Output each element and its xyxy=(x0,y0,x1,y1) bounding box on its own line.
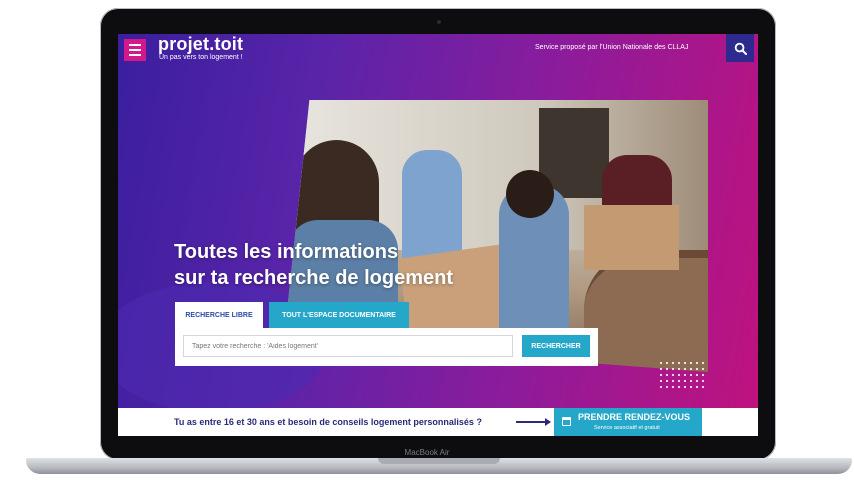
site-tagline: Un pas vers ton logement ! xyxy=(159,54,243,61)
tab-espace-documentaire[interactable]: TOUT L'ESPACE DOCUMENTAIRE xyxy=(269,302,409,328)
calendar-icon xyxy=(562,417,571,426)
headline-line-1: Toutes les informations xyxy=(174,241,399,263)
search-submit-button[interactable]: RECHERCHER xyxy=(522,335,590,357)
browser-screen: projet.toit Un pas vers ton logement ! S… xyxy=(118,34,758,436)
menu-button[interactable] xyxy=(124,39,146,61)
search-input[interactable] xyxy=(183,335,513,357)
cta-bar: Tu as entre 16 et 30 ans et besoin de co… xyxy=(118,408,758,436)
search-icon xyxy=(734,42,747,55)
appointment-button-label: PRENDRE RENDEZ-VOUS xyxy=(578,412,691,422)
laptop-notch xyxy=(378,458,500,464)
laptop-model-label: MacBook Air xyxy=(404,448,450,457)
search-panel: RECHERCHER xyxy=(175,328,598,366)
menu-icon xyxy=(129,44,141,46)
appointment-button-sublabel: Service associatif et gratuit xyxy=(594,425,660,431)
service-notice[interactable]: Service proposé par l'Union Nationale de… xyxy=(535,44,688,51)
appointment-button[interactable]: PRENDRE RENDEZ-VOUS Service associatif e… xyxy=(554,408,702,436)
arrow-right-icon xyxy=(516,418,551,426)
hero-headline: Toutes les informations sur ta recherche… xyxy=(174,239,534,291)
cta-text: Tu as entre 16 et 30 ans et besoin de co… xyxy=(174,417,482,427)
site-logo[interactable]: projet.toit xyxy=(158,34,243,55)
tab-recherche-libre[interactable]: RECHERCHE LIBRE xyxy=(175,302,263,328)
header-search-button[interactable] xyxy=(726,34,754,62)
decorative-dots xyxy=(658,360,708,390)
camera xyxy=(437,20,441,24)
headline-line-2: sur ta recherche de logement xyxy=(174,267,453,289)
